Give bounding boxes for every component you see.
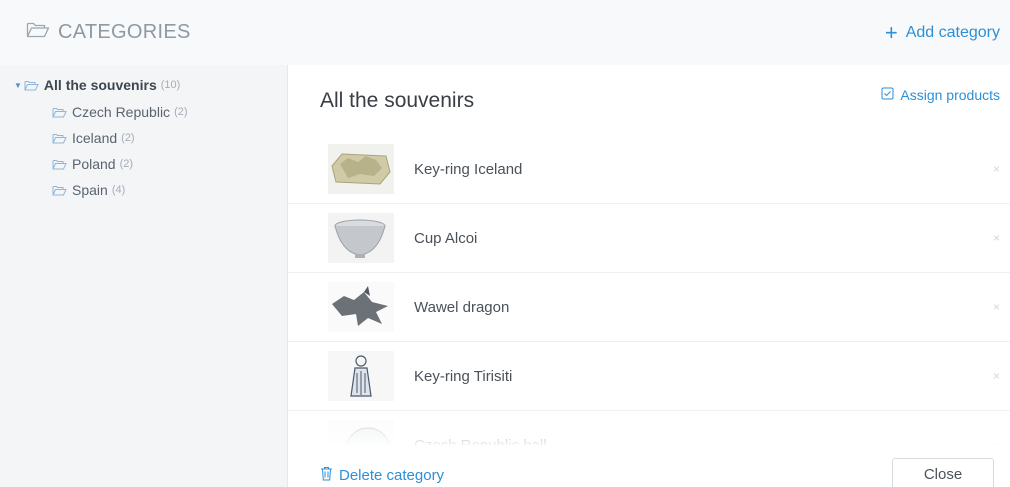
tree-item-count: (4) xyxy=(111,184,126,196)
list-item[interactable]: Cup Alcoi × xyxy=(288,204,1010,273)
remove-icon[interactable]: × xyxy=(993,231,1000,245)
panel-header: All the souvenirs Assign products xyxy=(288,65,1010,135)
product-name: Czech Republic ball xyxy=(414,436,547,446)
category-detail-panel: All the souvenirs Assign products Key-ri… xyxy=(288,65,1010,487)
folder-open-icon xyxy=(52,185,67,196)
tree-item-label: Poland xyxy=(72,156,116,172)
tree-item-label: Iceland xyxy=(72,130,118,146)
tree-item-count: (2) xyxy=(174,106,188,118)
caret-down-icon[interactable]: ▼ xyxy=(14,81,22,90)
product-name: Cup Alcoi xyxy=(414,229,478,247)
page-title: All the souvenirs xyxy=(320,89,475,112)
add-category-label: Add category xyxy=(905,23,1000,41)
category-tree: ▼ All the souvenirs (10) Czech Republic … xyxy=(0,65,288,487)
header-title: CATEGORIES xyxy=(58,21,191,43)
trash-icon xyxy=(320,466,333,485)
folder-open-icon xyxy=(52,159,67,170)
list-item[interactable]: Wawel dragon × xyxy=(288,273,1010,342)
tree-item-label: Spain xyxy=(72,182,108,198)
product-list: Key-ring Iceland × Cup Alcoi × Wawel dra… xyxy=(288,135,1010,445)
tree-item-czech-republic[interactable]: Czech Republic (2) xyxy=(0,99,287,125)
close-button[interactable]: Close xyxy=(892,458,994,487)
product-name: Wawel dragon xyxy=(414,298,510,316)
tree-item-count: (10) xyxy=(160,79,181,91)
tree-item-poland[interactable]: Poland (2) xyxy=(0,151,287,177)
remove-icon[interactable]: × xyxy=(993,438,1000,445)
product-thumbnail xyxy=(328,213,394,263)
product-name: Key-ring Iceland xyxy=(414,160,523,178)
assign-products-button[interactable]: Assign products xyxy=(881,87,1000,103)
folder-open-icon xyxy=(26,21,50,44)
remove-icon[interactable]: × xyxy=(993,369,1000,383)
product-thumbnail xyxy=(328,282,394,332)
tree-item-iceland[interactable]: Iceland (2) xyxy=(0,125,287,151)
product-thumbnail xyxy=(328,144,394,194)
tree-item-all-souvenirs[interactable]: ▼ All the souvenirs (10) xyxy=(0,71,287,99)
folder-open-icon xyxy=(52,133,67,144)
delete-category-button[interactable]: Delete category xyxy=(320,466,444,485)
list-item[interactable]: Key-ring Tirisiti × xyxy=(288,342,1010,411)
list-item[interactable]: Czech Republic ball × xyxy=(288,411,1010,445)
tree-item-label: Czech Republic xyxy=(72,104,171,120)
panel-footer: Delete category Close xyxy=(288,445,1010,487)
tree-item-count: (2) xyxy=(121,132,135,144)
product-name: Key-ring Tirisiti xyxy=(414,367,513,385)
add-category-button[interactable]: + Add category xyxy=(884,19,1000,45)
categories-header: CATEGORIES + Add category xyxy=(0,0,1010,65)
assign-products-label: Assign products xyxy=(900,87,1000,103)
remove-icon[interactable]: × xyxy=(993,162,1000,176)
tree-item-label: All the souvenirs xyxy=(43,77,157,93)
checkbox-icon xyxy=(881,87,894,103)
remove-icon[interactable]: × xyxy=(993,300,1000,314)
product-thumbnail xyxy=(328,420,394,445)
folder-open-icon xyxy=(52,107,67,118)
folder-open-icon xyxy=(24,80,39,91)
plus-icon: + xyxy=(884,19,898,45)
tree-item-count: (2) xyxy=(119,158,134,170)
product-thumbnail xyxy=(328,351,394,401)
delete-category-label: Delete category xyxy=(339,467,445,484)
tree-item-spain[interactable]: Spain (4) xyxy=(0,177,287,203)
header-left: CATEGORIES xyxy=(26,21,191,44)
list-item[interactable]: Key-ring Iceland × xyxy=(288,135,1010,204)
